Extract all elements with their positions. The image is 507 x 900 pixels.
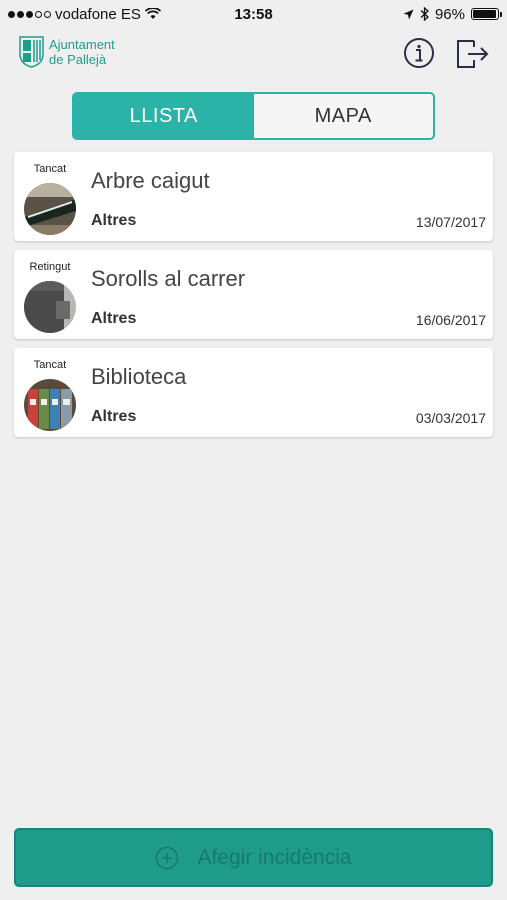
bluetooth-icon [420, 7, 429, 21]
incident-status: Tancat [33, 359, 67, 371]
tab-map[interactable]: MAPA [254, 94, 434, 138]
battery-icon [471, 8, 502, 20]
logo: Ajuntament de Pallejà [19, 36, 115, 68]
logo-line1: Ajuntament [49, 37, 115, 52]
incident-date: 16/06/2017 [415, 312, 486, 328]
wifi-icon [144, 8, 161, 19]
incident-thumbnail [24, 379, 76, 431]
add-incident-label: Afegir incidència [197, 845, 352, 869]
view-toggle: LLISTA MAPA [72, 92, 435, 140]
add-incident-button[interactable]: Afegir incidència [14, 828, 493, 887]
signal-strength-icon [8, 10, 51, 18]
incident-category: Altres [91, 310, 137, 327]
incident-date: 13/07/2017 [415, 214, 486, 230]
location-arrow-icon [403, 9, 414, 19]
incident-status: Retingut [29, 261, 71, 273]
incident-list: Tancat Arbre caigut Altres 13/07/2017 Re… [14, 152, 493, 446]
battery-percent: 96% [434, 5, 465, 23]
status-right: 96% [403, 5, 502, 23]
incident-date: 03/03/2017 [415, 410, 486, 426]
coat-of-arms-icon [19, 36, 44, 68]
app-header: Ajuntament de Pallejà [0, 30, 507, 78]
incident-card[interactable]: Tancat Biblioteca Altres 03/03/2017 [14, 348, 493, 437]
incident-thumbnail [24, 183, 76, 235]
incident-category: Altres [91, 212, 137, 229]
info-icon [404, 38, 434, 68]
incident-status: Tancat [33, 163, 67, 175]
carrier-name: vodafone ES [55, 5, 141, 23]
tab-list[interactable]: LLISTA [74, 94, 254, 138]
logo-text: Ajuntament de Pallejà [49, 37, 115, 67]
incident-card[interactable]: Tancat Arbre caigut Altres 13/07/2017 [14, 152, 493, 241]
incident-title: Arbre caigut [91, 168, 210, 193]
plus-circle-icon [156, 846, 179, 869]
logo-line2: de Pallejà [49, 52, 107, 67]
status-bar: vodafone ES 13:58 96% [0, 0, 507, 28]
logout-button[interactable] [455, 36, 489, 70]
incident-category: Altres [91, 408, 137, 425]
incident-thumbnail [24, 281, 76, 333]
incident-card[interactable]: Retingut Sorolls al carrer Altres 16/06/… [14, 250, 493, 339]
incident-title: Biblioteca [91, 364, 187, 389]
info-button[interactable] [402, 36, 436, 70]
status-left: vodafone ES [8, 6, 161, 23]
logout-icon [457, 40, 489, 68]
incident-title: Sorolls al carrer [91, 266, 246, 291]
